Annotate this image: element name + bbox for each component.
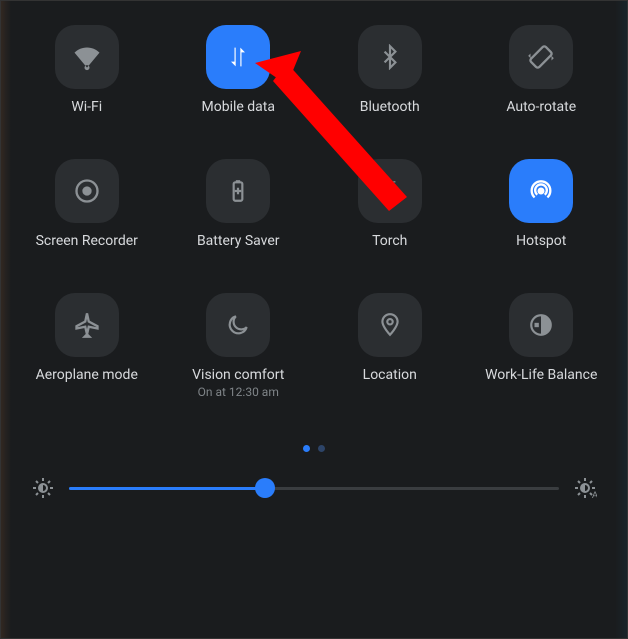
edge-glow-left (1, 1, 11, 638)
tile-vision-comfort[interactable]: Vision comfort On at 12:30 am (173, 293, 305, 399)
tile-aeroplane-mode[interactable]: Aeroplane mode (21, 293, 153, 399)
page-indicator (21, 445, 607, 452)
tile-label: Aeroplane mode (36, 367, 138, 383)
tile-label: Battery Saver (197, 233, 280, 249)
tile-torch[interactable]: Torch (324, 159, 456, 249)
tile-label: Work-Life Balance (485, 367, 597, 383)
bluetooth-icon (358, 25, 422, 89)
tile-label: Mobile data (202, 99, 275, 115)
slider-fill (69, 487, 265, 490)
tile-screen-recorder[interactable]: Screen Recorder (21, 159, 153, 249)
tile-hotspot[interactable]: Hotspot (476, 159, 608, 249)
tile-label: Vision comfort (192, 367, 284, 383)
brightness-auto-icon[interactable]: A (573, 476, 597, 500)
battery-saver-icon (206, 159, 270, 223)
screen-recorder-icon (55, 159, 119, 223)
pager-dot (318, 445, 325, 452)
tile-label: Wi-Fi (71, 99, 102, 115)
tile-battery-saver[interactable]: Battery Saver (173, 159, 305, 249)
tile-label: Bluetooth (360, 99, 420, 115)
tile-label: Location (363, 367, 417, 383)
tile-label: Screen Recorder (36, 233, 138, 249)
tile-bluetooth[interactable]: Bluetooth (324, 25, 456, 115)
svg-text:A: A (592, 490, 597, 500)
tile-label: Hotspot (516, 233, 566, 249)
auto-rotate-icon (509, 25, 573, 89)
quick-settings-panel: Wi-Fi Mobile data Bluetooth Auto-rotate (1, 1, 627, 638)
brightness-row: A (21, 476, 607, 510)
tile-location[interactable]: Location (324, 293, 456, 399)
location-icon (358, 293, 422, 357)
tile-label: Auto-rotate (506, 99, 576, 115)
tile-mobile-data[interactable]: Mobile data (173, 25, 305, 115)
tile-work-life-balance[interactable]: Work-Life Balance (476, 293, 608, 399)
aeroplane-icon (55, 293, 119, 357)
quick-settings-grid: Wi-Fi Mobile data Bluetooth Auto-rotate (21, 25, 607, 399)
tile-label: Torch (372, 233, 407, 249)
hotspot-icon (509, 159, 573, 223)
brightness-slider[interactable] (69, 476, 559, 500)
torch-icon (358, 159, 422, 223)
pager-dot-active (303, 445, 310, 452)
work-life-icon (509, 293, 573, 357)
edge-glow-right (615, 1, 627, 638)
tile-wifi[interactable]: Wi-Fi (21, 25, 153, 115)
slider-thumb[interactable] (255, 478, 275, 498)
brightness-low-icon[interactable] (31, 476, 55, 500)
tile-sublabel: On at 12:30 am (198, 385, 279, 399)
moon-icon (206, 293, 270, 357)
mobile-data-icon (206, 25, 270, 89)
wifi-icon (55, 25, 119, 89)
tile-auto-rotate[interactable]: Auto-rotate (476, 25, 608, 115)
